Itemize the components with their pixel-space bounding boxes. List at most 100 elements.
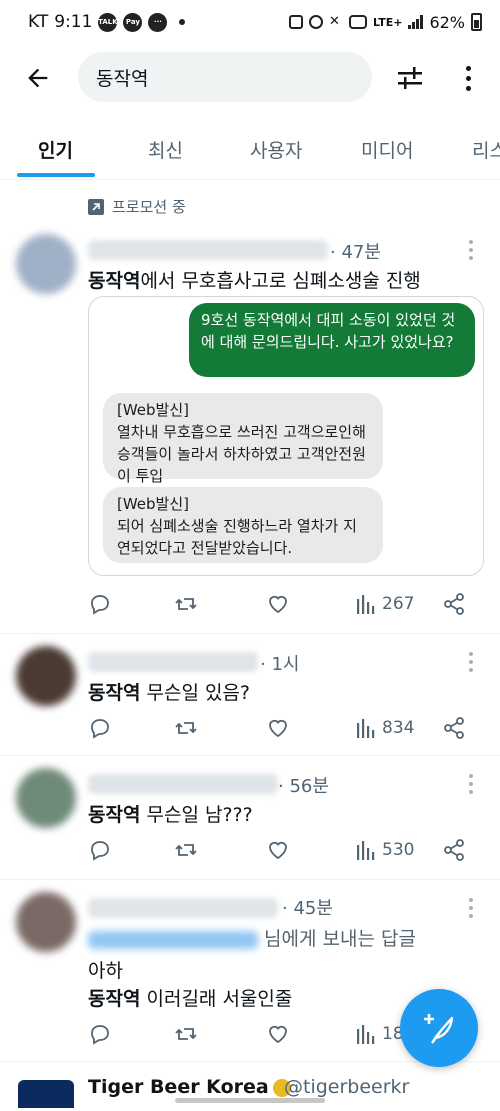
like-button[interactable] [266,1020,290,1048]
sms-body: 되어 심폐소생술 진행하느라 열차가 지연되었다고 전달받았습니다. [117,517,357,557]
like-button[interactable] [266,836,290,864]
tweet-menu-button[interactable] [468,652,474,672]
tab-latest[interactable]: 최신 [148,136,183,163]
views-count: 267 [382,594,415,614]
keyword-highlight: 동작역 [88,682,141,704]
tweet-time: · 56분 [278,776,329,797]
views-button[interactable]: 530 [356,836,414,864]
sliders-icon [398,67,422,89]
tweet-menu-button[interactable] [468,774,474,794]
views-button[interactable]: 834 [356,714,414,742]
heart-icon [269,1025,287,1044]
home-indicator[interactable] [175,1098,325,1103]
search-filter-button[interactable] [394,62,426,94]
tab-top[interactable]: 인기 [38,136,73,163]
share-button[interactable] [442,590,466,618]
like-button[interactable] [266,590,290,618]
share-button[interactable] [442,714,466,742]
reply-handle-blurred[interactable] [88,930,258,949]
network-type: LTE+ [373,15,403,29]
retweet-button[interactable] [174,714,198,742]
active-tab-indicator [17,173,95,177]
reply-button[interactable] [88,714,112,742]
sms-tag: [Web발신] [117,495,190,513]
tweet-text: 동작역 무슨일 남??? [88,800,253,827]
notification-dot-icon [179,19,186,25]
keyword-highlight: 동작역 [88,270,141,292]
heart-icon [269,719,287,738]
tab-media[interactable]: 미디어 [361,136,413,163]
tweet-text-line: 아하 [88,960,123,982]
tweet-text-rest: 무슨일 남??? [140,804,253,826]
arrow-left-icon [28,68,48,88]
avatar[interactable] [16,892,76,952]
reply-icon [91,595,109,615]
sms-tag: [Web발신] [117,401,190,419]
tweet[interactable]: · 47분 동작역에서 무호흡사고로 심폐소생술 진행 9호선 동작역에서 대피… [0,222,500,634]
tweet-actions: 530 [88,836,478,864]
tab-lists[interactable]: 리스 [472,136,500,163]
clock: 9:11 [54,12,93,32]
compose-tweet-button[interactable] [400,989,478,1067]
reply-button[interactable] [88,590,112,618]
views-count: 530 [382,840,415,860]
bar-chart-icon [357,595,375,614]
like-button[interactable] [266,714,290,742]
promoted-icon [88,198,104,215]
signal-icon [408,15,424,29]
retweet-button[interactable] [174,590,198,618]
dot-icon [465,85,471,91]
more-options-button[interactable] [456,62,480,94]
retweet-button[interactable] [174,1020,198,1048]
search-header: 동작역 [0,44,500,110]
tweet-actions: 267 [88,590,478,618]
author-name-blurred[interactable] [88,898,278,918]
views-button[interactable]: 267 [356,590,414,618]
battery-icon [471,13,482,31]
avatar[interactable] [18,1080,74,1108]
tab-people[interactable]: 사용자 [250,136,302,163]
search-tabs: 인기 최신 사용자 미디어 리스 [0,118,500,180]
hd-icon [349,15,367,29]
tweet-menu-button[interactable] [468,240,474,260]
tweet-text-rest: 이러길래 서울인줄 [140,988,293,1010]
views-button[interactable]: 18 [356,1020,404,1048]
tweet-text-rest: 에서 무호흡사고로 심폐소생술 진행 [140,270,421,292]
share-icon [444,717,464,739]
retweet-button[interactable] [174,836,198,864]
author-name[interactable]: Tiger Beer Korea [88,1076,291,1098]
back-button[interactable] [22,62,54,94]
author-name-blurred[interactable] [88,652,258,672]
tweet[interactable]: · 1시 동작역 무슨일 있음? 834 [0,634,500,756]
author-name-text: Tiger Beer Korea [88,1076,269,1098]
search-input[interactable]: 동작역 [78,52,372,102]
battery-percent: 62% [429,12,465,32]
avatar[interactable] [16,768,76,828]
tweet-image[interactable]: 9호선 동작역에서 대피 소동이 있었던 것에 대해 문의드립니다. 사고가 있… [88,296,484,576]
author-name-blurred[interactable] [88,774,278,794]
tweet-text: 동작역 이러길래 서울인줄 [88,984,292,1011]
retweet-icon [175,722,197,734]
heart-icon [269,595,287,614]
share-icon [444,839,464,861]
tweet[interactable]: · 56분 동작역 무슨일 남??? 530 [0,756,500,880]
sms-received-bubble: [Web발신] 되어 심폐소생술 진행하느라 열차가 지연되었다고 전달받았습니… [103,487,383,563]
sms-body: 열차내 무호흡으로 쓰러진 고객으로인해 승객들이 놀라서 하차하였고 고객안전… [117,423,366,485]
tweet-time: · 47분 [330,242,381,263]
tweet-menu-button[interactable] [468,898,474,918]
tweet-time: · 45분 [282,898,333,919]
reply-button[interactable] [88,836,112,864]
reply-button[interactable] [88,1020,112,1048]
author-name-blurred[interactable] [88,240,328,260]
share-button[interactable] [442,836,466,864]
reply-icon [91,841,109,861]
avatar[interactable] [16,646,76,706]
avatar[interactable] [16,234,76,294]
replying-to: 님에게 보내는 답글 [88,924,416,951]
carrier: KT [28,12,49,32]
views-count: 834 [382,718,415,738]
tweet-partial[interactable]: Tiger Beer Korea @tigerbeerkr [0,1068,500,1111]
sms-received-bubble: [Web발신] 열차내 무호흡으로 쓰러진 고객으로인해 승객들이 놀라서 하차… [103,393,383,485]
alarm-icon [309,15,323,29]
mute-icon: ✕ [329,14,340,29]
